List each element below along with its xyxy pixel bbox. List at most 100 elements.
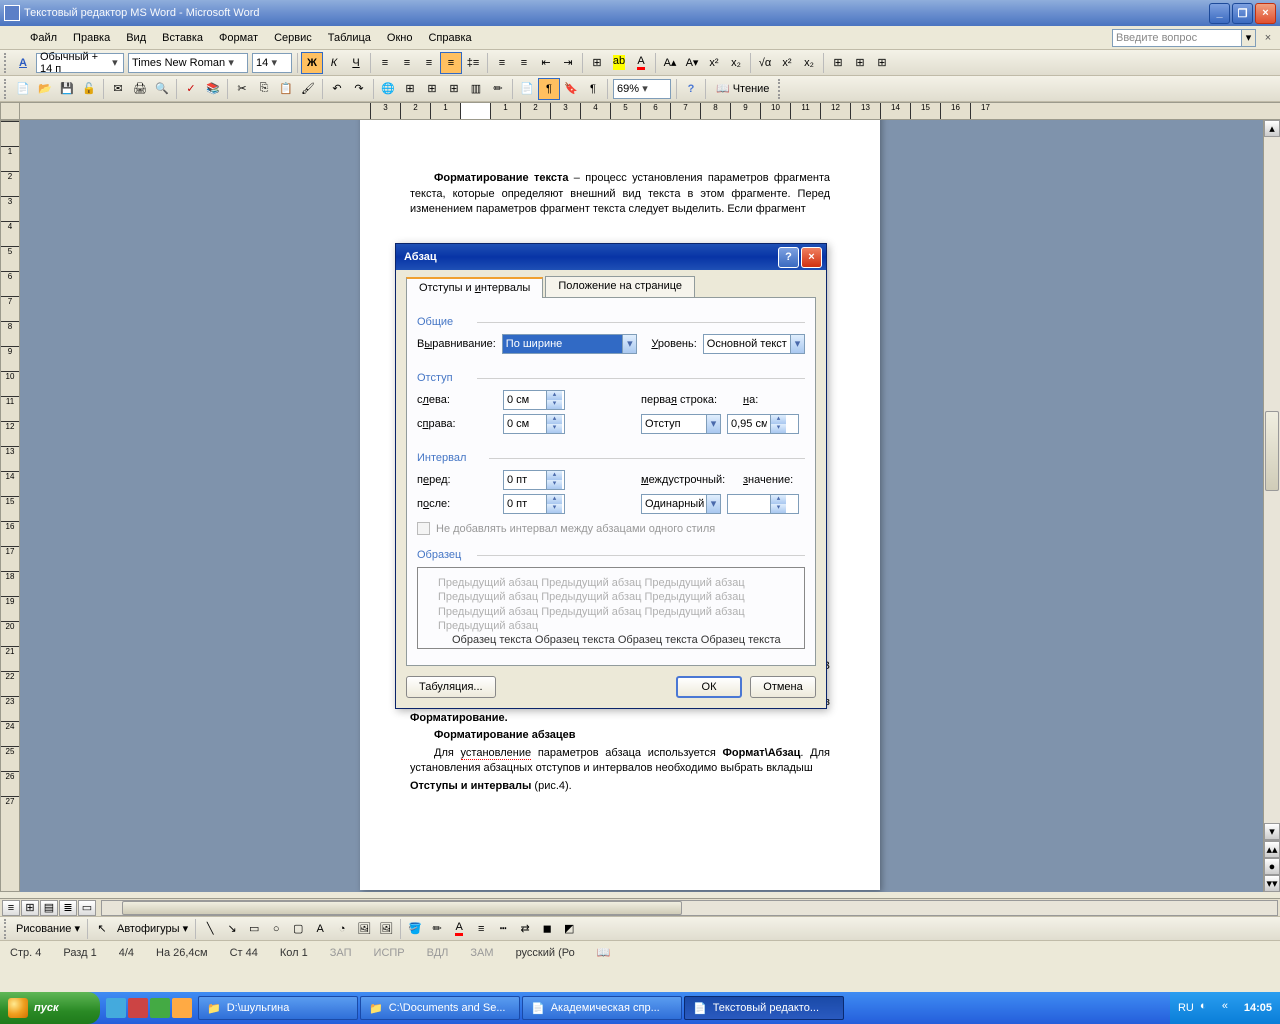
paste-button[interactable]: 📋 [275, 78, 297, 100]
decrease-indent-button[interactable]: ⇤ [535, 52, 557, 74]
task-word2[interactable]: 📄 Текстовый редакто... [684, 996, 844, 1020]
increase-indent-button[interactable]: ⇥ [557, 52, 579, 74]
bold-button[interactable]: Ж [301, 52, 323, 74]
fill-color-button[interactable]: 🪣 [404, 918, 426, 940]
task-explorer2[interactable]: 📁 C:\Documents and Se... [360, 996, 520, 1020]
horizontal-ruler[interactable]: 321 1234 5678 9101112 1314151617 [20, 102, 1280, 120]
font-combo[interactable]: Times New Roman▾ [128, 53, 248, 73]
arrow-button[interactable]: ↘ [221, 918, 243, 940]
tab-indents[interactable]: Отступы и интервалы [406, 277, 543, 298]
columns-icon[interactable]: ⊞ [827, 52, 849, 74]
line-style-button[interactable]: ≡ [470, 918, 492, 940]
clipart-button[interactable]: 🖼 [353, 918, 375, 940]
font-color-button2[interactable]: A [448, 918, 470, 940]
format-painter-button[interactable]: 🖌 [297, 78, 319, 100]
line-color-button[interactable]: ✏ [426, 918, 448, 940]
align-center-button[interactable]: ≡ [396, 52, 418, 74]
help-button[interactable]: ? [680, 78, 702, 100]
show-hide-button[interactable]: ¶ [582, 78, 604, 100]
bookmark-button[interactable]: 🔖 [560, 78, 582, 100]
dash-style-button[interactable]: ┅ [492, 918, 514, 940]
print-button[interactable]: 🖨 [129, 78, 151, 100]
help-question-dropdown[interactable]: ▾ [1242, 29, 1256, 47]
preview-button[interactable]: 🔍 [151, 78, 173, 100]
close-button[interactable]: × [1255, 3, 1276, 24]
line-button[interactable]: ╲ [199, 918, 221, 940]
shadow-button[interactable]: ◼ [536, 918, 558, 940]
restore-button[interactable]: ❐ [1232, 3, 1253, 24]
tabs-button[interactable]: Табуляция... [406, 676, 496, 698]
toolbar-grip[interactable] [4, 53, 10, 73]
toolbar-grip[interactable] [4, 919, 10, 939]
ok-button[interactable]: ОК [676, 676, 742, 698]
tray-icon[interactable]: ◐ [1200, 1000, 1216, 1016]
menu-service[interactable]: Сервис [266, 30, 320, 46]
ql-app3-icon[interactable] [172, 998, 192, 1018]
status-fix[interactable]: ИСПР [370, 947, 409, 959]
styles-pane-button[interactable]: A [12, 52, 34, 74]
arrow-style-button[interactable]: ⇄ [514, 918, 536, 940]
dialog-help-button[interactable]: ? [778, 247, 799, 268]
tab-position[interactable]: Положение на странице [545, 276, 695, 297]
web-view-button[interactable]: ⊞ [21, 900, 39, 916]
eq-button[interactable]: √α [754, 52, 776, 74]
linespace-combo[interactable]: Одинарный▾ [641, 494, 721, 514]
ql-app1-icon[interactable] [128, 998, 148, 1018]
numbering-button[interactable]: ≡ [491, 52, 513, 74]
shrink-font-button[interactable]: A▾ [681, 52, 703, 74]
firstline-combo[interactable]: Отступ▾ [641, 414, 721, 434]
after-spin[interactable]: ▴▾ [503, 494, 565, 514]
normal-view-button[interactable]: ≡ [2, 900, 20, 916]
doc-map-button[interactable]: 📄 [516, 78, 538, 100]
menu-edit[interactable]: Правка [65, 30, 118, 46]
menu-view[interactable]: Вид [118, 30, 154, 46]
columns-button[interactable]: ▥ [465, 78, 487, 100]
mail-button[interactable]: ✉ [107, 78, 129, 100]
redo-button[interactable]: ↷ [348, 78, 370, 100]
task-word1[interactable]: 📄 Академическая спр... [522, 996, 682, 1020]
subscript-button[interactable]: x₂ [725, 52, 747, 74]
hscroll-thumb[interactable] [122, 901, 682, 915]
status-lang[interactable]: русский (Ро [512, 947, 579, 959]
left-spin[interactable]: ▴▾ [503, 390, 565, 410]
tray-icon[interactable]: « [1222, 1000, 1238, 1016]
reading-view-button[interactable]: ▭ [78, 900, 96, 916]
doc-close-button[interactable]: × [1260, 30, 1276, 46]
next-page-button[interactable]: ▾▾ [1264, 875, 1280, 892]
borders-button[interactable]: ⊞ [586, 52, 608, 74]
permissions-button[interactable]: 🔓 [78, 78, 100, 100]
ql-app2-icon[interactable] [150, 998, 170, 1018]
status-ext[interactable]: ВДЛ [423, 947, 453, 959]
scroll-thumb[interactable] [1265, 411, 1279, 491]
insert-table-button[interactable]: ⊞ [421, 78, 443, 100]
print-view-button[interactable]: ▤ [40, 900, 58, 916]
dialog-titlebar[interactable]: Абзац ? × [396, 244, 826, 270]
menu-insert[interactable]: Вставка [154, 30, 211, 46]
right-spin[interactable]: ▴▾ [503, 414, 565, 434]
vertical-scrollbar[interactable]: ▴ ▾ ▴▴ ● ▾▾ [1263, 120, 1280, 892]
spell-button[interactable]: ✓ [180, 78, 202, 100]
status-rec[interactable]: ЗАП [326, 947, 356, 959]
outline-view-button[interactable]: ≣ [59, 900, 77, 916]
size-combo[interactable]: 14▾ [252, 53, 292, 73]
sub2-button[interactable]: x₂ [798, 52, 820, 74]
3d-button[interactable]: ◩ [558, 918, 580, 940]
superscript-button[interactable]: x² [703, 52, 725, 74]
undo-button[interactable]: ↶ [326, 78, 348, 100]
status-spell-icon[interactable]: 📖 [593, 946, 615, 959]
toolbar-grip[interactable] [778, 79, 784, 99]
autoshapes-menu[interactable]: Автофигуры ▾ [113, 922, 192, 935]
excel-button[interactable]: ⊞ [443, 78, 465, 100]
style-combo[interactable]: Обычный + 14 п▾ [36, 53, 124, 73]
wordart-button[interactable]: A [309, 918, 331, 940]
tray-lang[interactable]: RU [1178, 1002, 1194, 1014]
italic-button[interactable]: К [323, 52, 345, 74]
before-spin[interactable]: ▴▾ [503, 470, 565, 490]
font-color-button[interactable]: A [630, 52, 652, 74]
value-spin[interactable]: ▴▾ [727, 494, 799, 514]
cut-button[interactable]: ✂ [231, 78, 253, 100]
hyperlink-button[interactable]: 🌐 [377, 78, 399, 100]
scroll-down-button[interactable]: ▾ [1264, 823, 1280, 840]
vertical-ruler[interactable]: 123 4567 891011 12131415 16171819 202122… [0, 120, 20, 892]
drawing-menu[interactable]: Рисование ▾ [12, 922, 84, 935]
